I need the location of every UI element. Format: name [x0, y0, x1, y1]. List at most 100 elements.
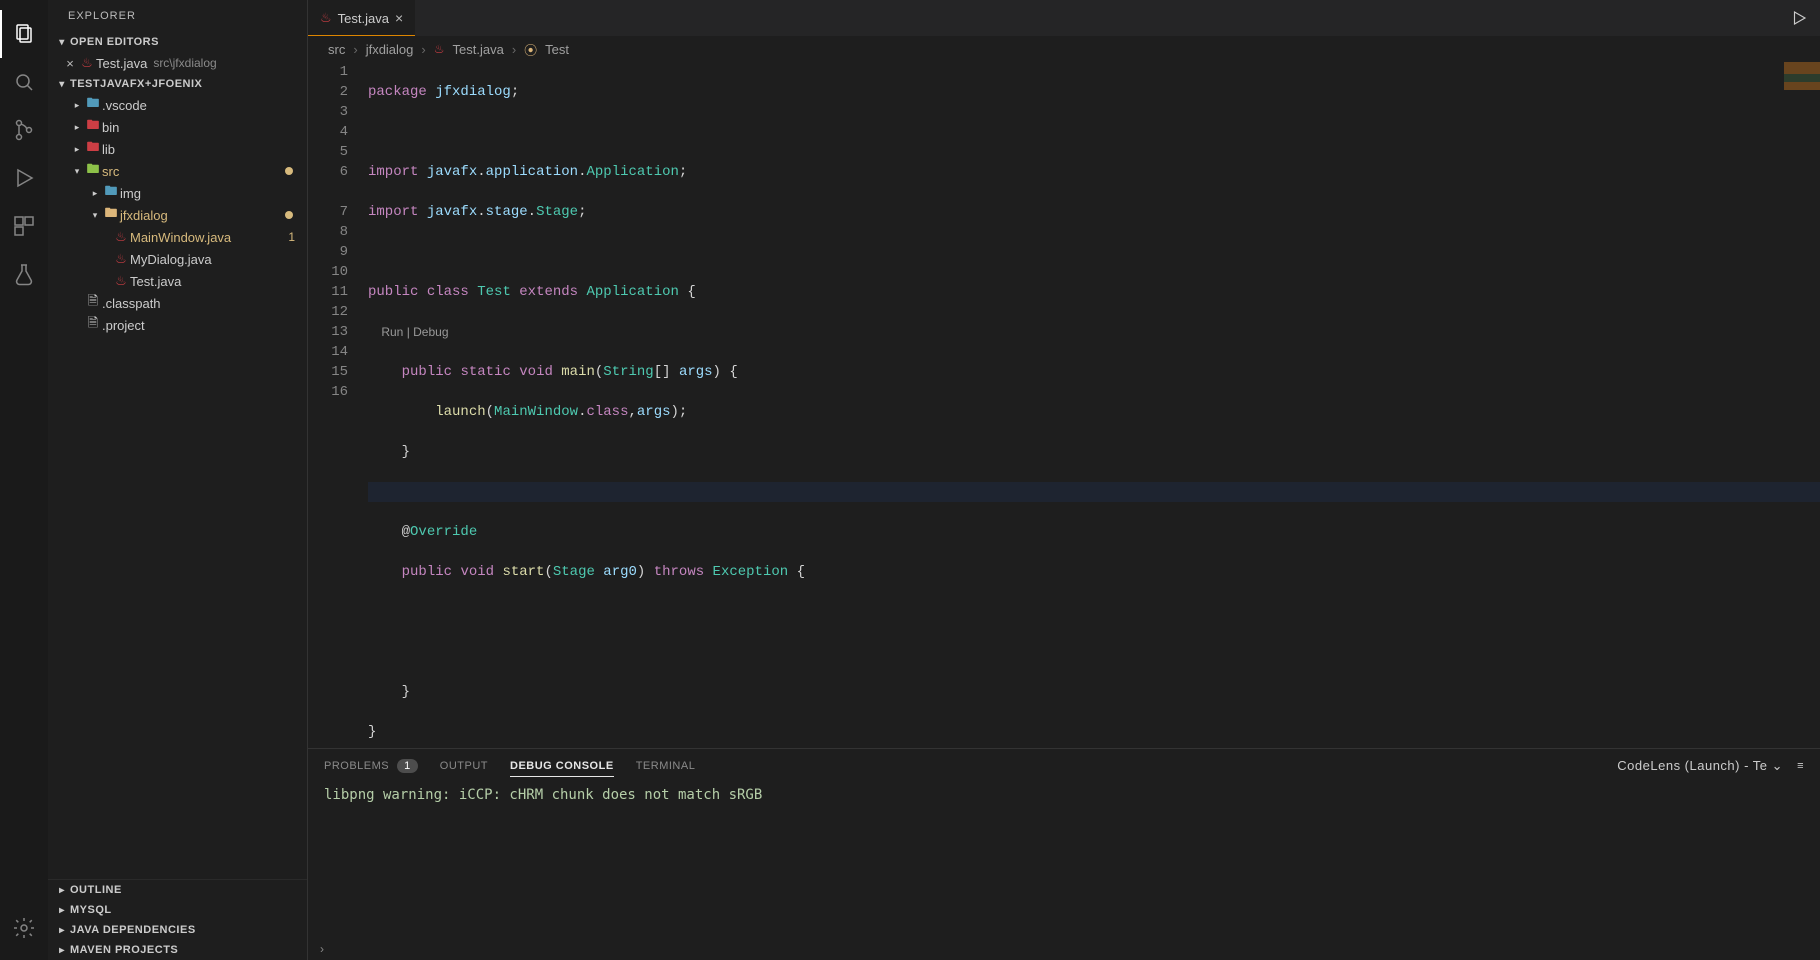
run-button[interactable]	[1790, 9, 1820, 27]
section-label: OUTLINE	[70, 884, 122, 896]
extensions-icon[interactable]	[0, 202, 48, 250]
folder-label: jfxdialog	[120, 208, 168, 223]
folder-icon: 🖿	[84, 94, 102, 116]
chevron-down-icon: ▾	[70, 166, 84, 177]
folder-jfxdialog[interactable]: ▾ 🖿 jfxdialog	[48, 204, 307, 226]
tab-output[interactable]: OUTPUT	[440, 760, 488, 772]
file-mydialog[interactable]: ♨ MyDialog.java	[48, 248, 307, 270]
tab-label: Test.java	[338, 11, 389, 26]
file-mainwindow[interactable]: ♨ MainWindow.java 1	[48, 226, 307, 248]
open-editor-item[interactable]: × ♨ Test.java src\jfxdialog	[48, 52, 307, 74]
chevron-right-icon: ▸	[54, 945, 70, 956]
file-icon: 🗎	[84, 292, 102, 314]
breadcrumb-item[interactable]: src	[328, 42, 345, 57]
section-project[interactable]: ▾ TESTJAVAFX+JFOENIX	[48, 74, 307, 94]
sidebar-bottom-sections: ▸ OUTLINE ▸ MYSQL ▸ JAVA DEPENDENCIES ▸ …	[48, 879, 307, 960]
java-file-icon: ♨	[78, 55, 96, 71]
filter-icon[interactable]: ≡	[1797, 760, 1804, 772]
folder-bin[interactable]: ▸ 🖿 bin	[48, 116, 307, 138]
sidebar: EXPLORER ▾ OPEN EDITORS × ♨ Test.java sr…	[48, 0, 308, 960]
breadcrumb-item[interactable]: Test.java	[453, 42, 504, 57]
debug-input-chevron[interactable]: ›	[308, 942, 1820, 960]
java-file-icon: ♨	[434, 42, 445, 56]
codelens-run-debug[interactable]: Run | Debug	[381, 325, 448, 339]
file-icon: 🗎	[84, 314, 102, 336]
editor-area: ♨ Test.java × src › jfxdialog › ♨ Test.j…	[308, 0, 1820, 960]
chevron-down-icon: ▾	[54, 79, 70, 90]
tab-problems[interactable]: PROBLEMS 1	[324, 759, 418, 773]
chevron-right-icon: ▸	[54, 905, 70, 916]
folder-icon: 🖿	[84, 116, 102, 138]
tab-label: TERMINAL	[636, 760, 696, 772]
problems-badge: 1	[288, 230, 299, 244]
file-project[interactable]: 🗎 .project	[48, 314, 307, 336]
open-editor-name: Test.java	[96, 56, 147, 71]
file-tree: ▸ 🖿 .vscode ▸ 🖿 bin ▸ 🖿 lib ▾ 🖿 src ▸ 🖿 …	[48, 94, 307, 879]
folder-lib[interactable]: ▸ 🖿 lib	[48, 138, 307, 160]
chevron-right-icon: ▸	[70, 144, 84, 155]
section-maven-projects[interactable]: ▸ MAVEN PROJECTS	[48, 940, 307, 960]
code-content[interactable]: package jfxdialog; import javafx.applica…	[368, 62, 1820, 748]
chevron-right-icon: ›	[353, 42, 357, 57]
tab-label: OUTPUT	[440, 760, 488, 772]
chevron-right-icon: ▸	[70, 100, 84, 111]
breadcrumbs[interactable]: src › jfxdialog › ♨ Test.java › ⦿ Test	[308, 36, 1820, 62]
modified-dot-icon	[285, 211, 293, 219]
folder-label: src	[102, 164, 119, 179]
breadcrumb-item[interactable]: Test	[545, 42, 569, 57]
chevron-right-icon: ›	[512, 42, 516, 57]
folder-label: img	[120, 186, 141, 201]
folder-vscode[interactable]: ▸ 🖿 .vscode	[48, 94, 307, 116]
panel-actions: CodeLens (Launch) - Te ⌄ ≡	[1617, 758, 1804, 774]
section-java-dependencies[interactable]: ▸ JAVA DEPENDENCIES	[48, 920, 307, 940]
tab-terminal[interactable]: TERMINAL	[636, 760, 696, 772]
section-label: JAVA DEPENDENCIES	[70, 924, 196, 936]
section-mysql[interactable]: ▸ MYSQL	[48, 900, 307, 920]
section-label: MYSQL	[70, 904, 112, 916]
chevron-right-icon: ▸	[88, 188, 102, 199]
folder-icon: 🖿	[102, 182, 120, 204]
folder-open-icon: 🖿	[84, 160, 102, 182]
open-editor-path: src\jfxdialog	[153, 56, 216, 70]
section-open-editors[interactable]: ▾ OPEN EDITORS	[48, 32, 307, 52]
tab-label: PROBLEMS	[324, 760, 389, 772]
debug-console-output[interactable]: libpng warning: iCCP: cHRM chunk does no…	[308, 783, 1820, 942]
folder-img[interactable]: ▸ 🖿 img	[48, 182, 307, 204]
run-debug-icon[interactable]	[0, 154, 48, 202]
close-icon[interactable]: ×	[395, 10, 403, 26]
java-file-icon: ♨	[112, 251, 130, 267]
folder-label: .vscode	[102, 98, 147, 113]
code-editor[interactable]: 12345678910111213141516 package jfxdialo…	[308, 62, 1820, 748]
search-icon[interactable]	[0, 58, 48, 106]
class-icon: ⦿	[524, 40, 537, 59]
folder-src[interactable]: ▾ 🖿 src	[48, 160, 307, 182]
folder-open-icon: 🖿	[102, 204, 120, 226]
file-label: .project	[102, 318, 145, 333]
bottom-panel: PROBLEMS 1 OUTPUT DEBUG CONSOLE TERMINAL…	[308, 748, 1820, 960]
tab-debug-console[interactable]: DEBUG CONSOLE	[510, 760, 614, 777]
testing-icon[interactable]	[0, 250, 48, 298]
explorer-icon[interactable]	[0, 10, 48, 58]
sidebar-title: EXPLORER	[48, 0, 307, 32]
launch-config-selector[interactable]: CodeLens (Launch) - Te ⌄	[1617, 758, 1783, 774]
file-testjava[interactable]: ♨ Test.java	[48, 270, 307, 292]
close-icon[interactable]: ×	[62, 56, 78, 71]
breadcrumb-item[interactable]: jfxdialog	[366, 42, 414, 57]
file-classpath[interactable]: 🗎 .classpath	[48, 292, 307, 314]
source-control-icon[interactable]	[0, 106, 48, 154]
chevron-down-icon: ⌄	[1772, 758, 1783, 773]
tab-test-java[interactable]: ♨ Test.java ×	[308, 0, 416, 36]
file-label: Test.java	[130, 274, 181, 289]
chevron-right-icon: ›	[421, 42, 425, 57]
chevron-down-icon: ▾	[54, 37, 70, 48]
folder-label: bin	[102, 120, 119, 135]
java-file-icon: ♨	[112, 273, 130, 289]
section-outline[interactable]: ▸ OUTLINE	[48, 880, 307, 900]
file-label: MainWindow.java	[130, 230, 231, 245]
section-label: MAVEN PROJECTS	[70, 944, 178, 956]
settings-gear-icon[interactable]	[0, 904, 48, 952]
chevron-right-icon: ▸	[54, 925, 70, 936]
launch-config-label: CodeLens (Launch) - Te	[1617, 758, 1767, 773]
java-file-icon: ♨	[112, 229, 130, 245]
folder-icon: 🖿	[84, 138, 102, 160]
